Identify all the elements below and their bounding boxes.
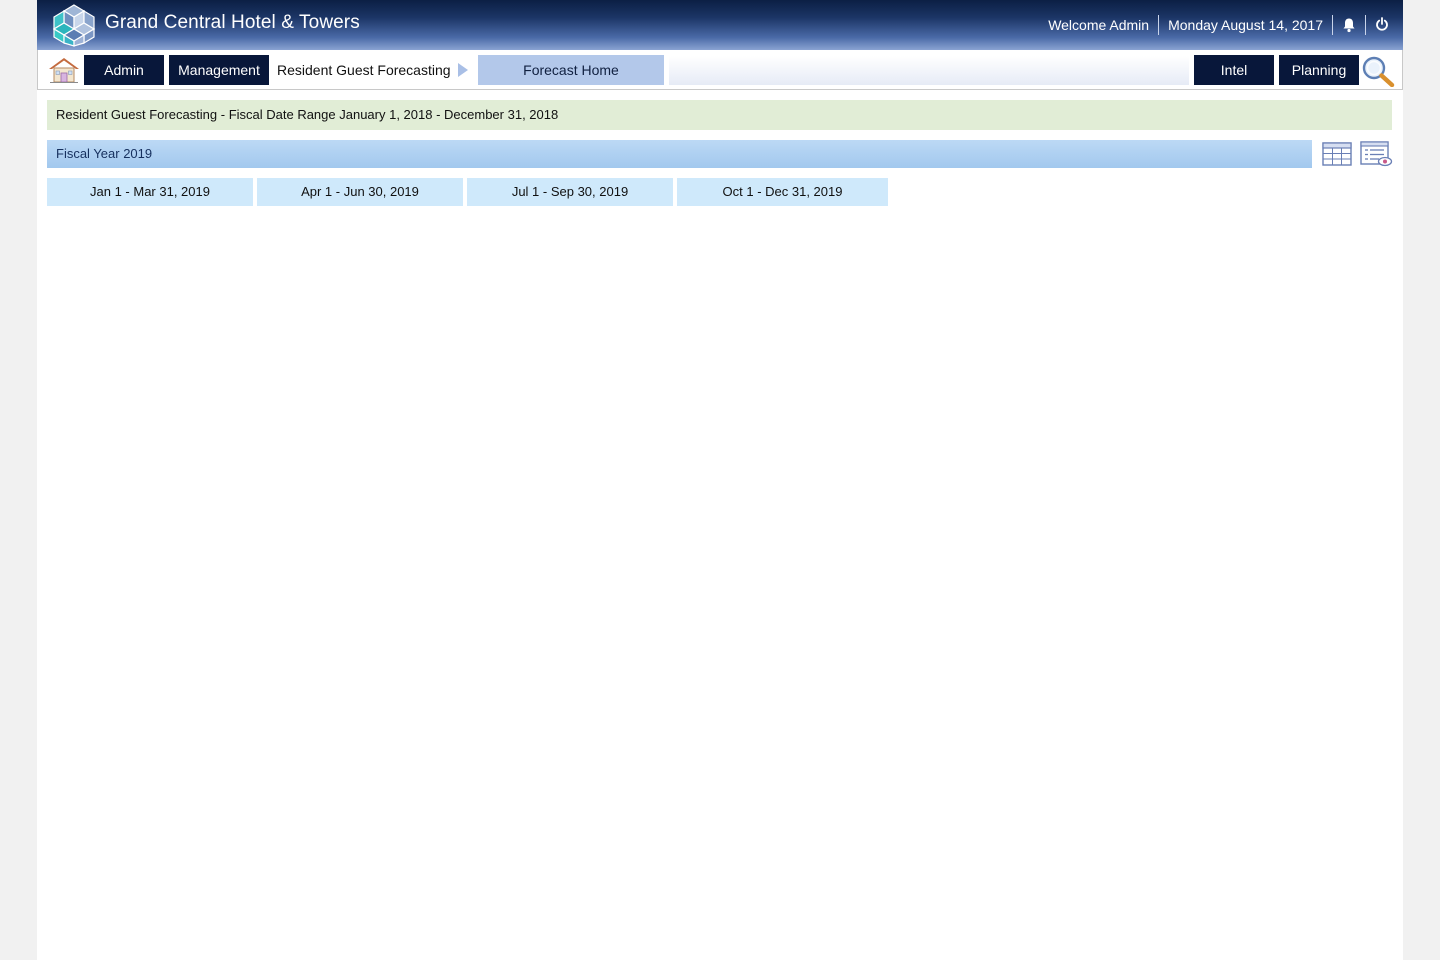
welcome-text: Welcome Admin — [1039, 15, 1160, 35]
quarter-tab-q2[interactable]: Apr 1 - Jun 30, 2019 — [257, 178, 463, 206]
forecast-home-tab[interactable]: Forecast Home — [478, 55, 664, 85]
current-date: Monday August 14, 2017 — [1159, 15, 1333, 35]
breadcrumb-resident-guest-forecasting[interactable]: Resident Guest Forecasting — [277, 62, 451, 78]
notifications-button[interactable] — [1333, 15, 1366, 35]
logout-button[interactable] — [1366, 15, 1403, 35]
brand-title: Grand Central Hotel & Towers — [105, 12, 360, 33]
list-view-icon[interactable] — [1359, 140, 1393, 168]
hotel-logo-icon — [52, 4, 96, 47]
management-button[interactable]: Management — [169, 55, 269, 85]
search-icon[interactable] — [1361, 55, 1395, 87]
search-input[interactable] — [669, 56, 1189, 85]
quarter-tab-q4[interactable]: Oct 1 - Dec 31, 2019 — [677, 178, 888, 206]
app-window: Grand Central Hotel & Towers Welcome Adm… — [37, 0, 1403, 960]
bell-icon — [1343, 18, 1355, 33]
fiscal-year-header[interactable]: Fiscal Year 2019 — [47, 140, 1312, 168]
quarter-tab-q3[interactable]: Jul 1 - Sep 30, 2019 — [467, 178, 673, 206]
navigation-bar: Admin Management Resident Guest Forecast… — [37, 50, 1403, 90]
admin-button[interactable]: Admin — [84, 55, 164, 85]
planning-button[interactable]: Planning — [1279, 55, 1359, 85]
quarter-tab-q1[interactable]: Jan 1 - Mar 31, 2019 — [47, 178, 253, 206]
table-grid-icon[interactable] — [1321, 140, 1353, 168]
fiscal-date-range-title: Resident Guest Forecasting - Fiscal Date… — [47, 100, 1392, 130]
chevron-right-icon — [458, 63, 468, 77]
header-bar: Grand Central Hotel & Towers Welcome Adm… — [37, 0, 1403, 50]
intel-button[interactable]: Intel — [1194, 55, 1274, 85]
header-user-area: Welcome Admin Monday August 14, 2017 — [1039, 14, 1403, 36]
power-icon — [1376, 17, 1388, 31]
home-icon[interactable] — [48, 56, 80, 84]
